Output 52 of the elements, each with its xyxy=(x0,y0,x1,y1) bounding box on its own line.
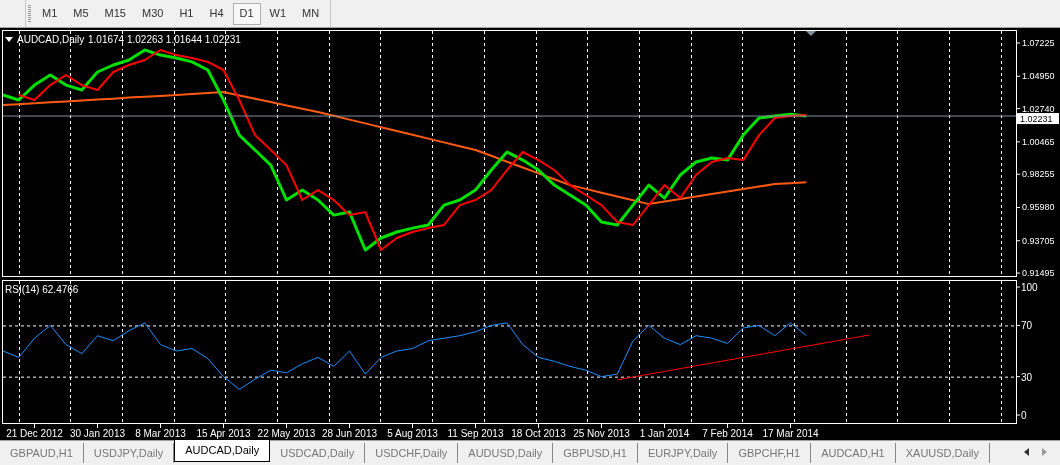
timeframe-button[interactable]: H1 xyxy=(172,2,201,25)
axis-label: 30 Jan 2013 xyxy=(69,428,126,439)
toolbar-grip-icon[interactable] xyxy=(28,4,31,23)
chart-tab[interactable]: AUDCAD,H1 xyxy=(811,443,896,463)
axis-label: 1.00465 xyxy=(1022,136,1055,147)
timeframe-button[interactable]: W1 xyxy=(262,2,294,25)
axis-label: 28 Jun 2013 xyxy=(321,428,378,439)
axis-label: 21 Dec 2012 xyxy=(6,428,63,439)
axis-label: 30 xyxy=(1021,371,1033,383)
scroll-left-icon[interactable] xyxy=(1024,448,1029,456)
chart-tab[interactable]: EURJPY,Daily xyxy=(637,443,729,463)
timeframe-button[interactable]: M15 xyxy=(97,2,133,25)
axis-label: 70 xyxy=(1021,320,1033,332)
axis-label: 1.07225 xyxy=(1022,38,1055,48)
axis-label: 11 Sep 2013 xyxy=(447,428,504,439)
chart-tab[interactable]: GBPUSD,H1 xyxy=(553,443,638,463)
axis-label: 1.04950 xyxy=(1022,71,1055,82)
current-price-label: 1.02231 xyxy=(1017,113,1059,125)
indicator-label: RSI(14) 62.4766 xyxy=(5,284,79,295)
axis-label: 0.95980 xyxy=(1022,202,1055,213)
axis-label: 5 Aug 2013 xyxy=(387,428,438,439)
axis-label: 15 Apr 2013 xyxy=(196,428,251,439)
axis-label: 1.02740 xyxy=(1022,103,1055,114)
chart-tab[interactable]: AUDUSD,Daily xyxy=(458,443,554,463)
axis-label: 0.93705 xyxy=(1022,235,1055,246)
axis-label: 0 xyxy=(1021,410,1027,422)
axis-label: 7 Feb 2014 xyxy=(702,428,753,439)
axis-label: 1 Jan 2014 xyxy=(639,428,690,439)
shift-marker-icon[interactable] xyxy=(806,31,816,36)
axis-label: 100 xyxy=(1021,282,1038,294)
timeframe-button[interactable]: MN xyxy=(295,2,327,25)
chart-tab[interactable]: USDCHF,Daily xyxy=(365,443,459,463)
chart-tab[interactable]: XAUUSD,Daily xyxy=(895,443,991,463)
axis-label: 22 May 2013 xyxy=(257,428,316,439)
timeframe-button[interactable]: D1 xyxy=(232,2,261,25)
axis-label: 0.98255 xyxy=(1022,169,1055,180)
dropdown-triangle-icon[interactable] xyxy=(5,37,13,42)
symbol-label: AUDCAD,Daily xyxy=(17,34,85,45)
chart-tab[interactable]: GBPAUD,H1 xyxy=(0,443,84,463)
timeframe-button[interactable]: M5 xyxy=(66,2,96,25)
axis-label: 25 Nov 2013 xyxy=(573,428,630,439)
timeframe-button[interactable]: H4 xyxy=(202,2,231,25)
timeframe-button[interactable]: M30 xyxy=(134,2,171,25)
axis-label: 18 Oct 2013 xyxy=(511,428,566,439)
timeframe-button[interactable]: M1 xyxy=(35,2,65,25)
axis-label: 0.91495 xyxy=(1022,268,1055,278)
ohlc-values: 1.01674 1.02263 1.01644 1.02231 xyxy=(88,34,241,45)
axis-label: 8 Mar 2013 xyxy=(135,428,186,439)
axis-label: 17 Mar 2014 xyxy=(762,428,819,439)
chart-tab[interactable]: AUDCAD,Daily xyxy=(174,440,271,462)
chart-tab[interactable]: GBPCHF,H1 xyxy=(728,443,812,463)
chart-tab[interactable]: USDCAD,Daily xyxy=(270,443,366,463)
